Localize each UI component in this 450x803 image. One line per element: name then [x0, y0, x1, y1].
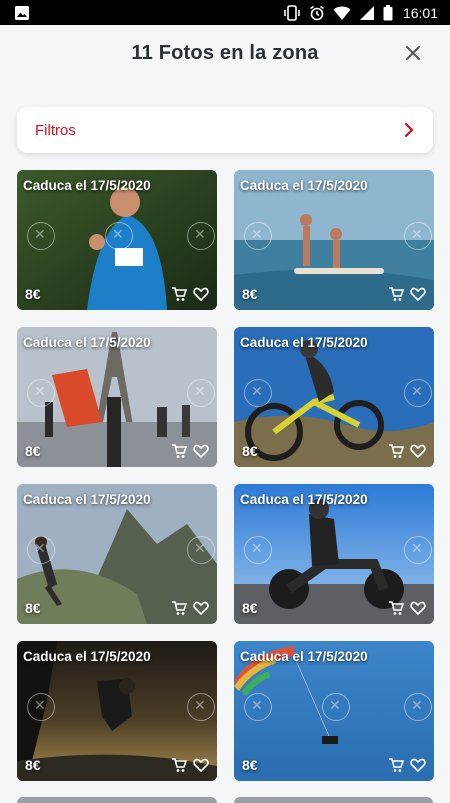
cart-icon[interactable] [388, 757, 404, 773]
heart-icon[interactable] [410, 757, 426, 773]
expiry-label: Caduca el 17/5/2020 [240, 492, 368, 507]
watermark-icon [27, 536, 55, 564]
filters-label: Filtros [35, 121, 76, 139]
watermark-icon [244, 693, 272, 721]
cart-icon[interactable] [171, 286, 187, 302]
wifi-icon [333, 6, 351, 20]
photo-card[interactable]: Caduca el 17/5/2020 8€ [17, 170, 217, 310]
header: 11 Fotos en la zona [0, 25, 450, 81]
price-label: 8€ [242, 443, 258, 459]
price-label: 8€ [25, 443, 41, 459]
page-title: 11 Fotos en la zona [131, 41, 319, 64]
close-icon[interactable] [402, 42, 424, 64]
cart-icon[interactable] [388, 286, 404, 302]
price-label: 8€ [25, 757, 41, 773]
heart-icon[interactable] [193, 600, 209, 616]
watermark-icon [187, 693, 215, 721]
alarm-icon [310, 5, 324, 20]
price-label: 8€ [25, 600, 41, 616]
watermark-icon [244, 536, 272, 564]
status-bar: 16:01 [0, 0, 450, 25]
watermark-icon [404, 693, 432, 721]
watermark-icon [27, 222, 55, 250]
heart-icon[interactable] [410, 286, 426, 302]
watermark-icon [187, 379, 215, 407]
expiry-label: Caduca el 17/5/2020 [240, 335, 368, 350]
heart-icon[interactable] [410, 443, 426, 459]
signal-icon [359, 5, 374, 20]
image-notification-icon [15, 5, 29, 20]
chevron-right-icon [404, 122, 414, 138]
photo-card-peek [17, 797, 217, 803]
cart-icon[interactable] [171, 757, 187, 773]
watermark-icon [404, 379, 432, 407]
price-label: 8€ [25, 286, 41, 302]
heart-icon[interactable] [193, 286, 209, 302]
price-label: 8€ [242, 757, 258, 773]
cart-icon[interactable] [171, 443, 187, 459]
next-row-peek [17, 797, 433, 803]
heart-icon[interactable] [193, 757, 209, 773]
watermark-icon [404, 222, 432, 250]
cart-icon[interactable] [388, 443, 404, 459]
watermark-icon [322, 693, 350, 721]
status-time: 16:01 [402, 4, 438, 21]
photo-grid: Caduca el 17/5/2020 8€ Caduca el 17/5/20… [17, 170, 434, 781]
battery-icon [383, 4, 393, 20]
expiry-label: Caduca el 17/5/2020 [240, 178, 368, 193]
watermark-icon [187, 222, 215, 250]
price-label: 8€ [242, 286, 258, 302]
photo-card[interactable]: Caduca el 17/5/2020 8€ [234, 170, 434, 310]
watermark-icon [244, 222, 272, 250]
watermark-icon [187, 536, 215, 564]
expiry-label: Caduca el 17/5/2020 [240, 649, 368, 664]
photo-card[interactable]: Caduca el 17/5/2020 8€ [234, 641, 434, 781]
watermark-icon [27, 379, 55, 407]
filters-button[interactable]: Filtros [17, 107, 433, 153]
heart-icon[interactable] [193, 443, 209, 459]
photo-card[interactable]: Caduca el 17/5/2020 8€ [234, 484, 434, 624]
photo-card-peek [233, 797, 433, 803]
price-label: 8€ [242, 600, 258, 616]
watermark-icon [27, 693, 55, 721]
watermark-icon [244, 379, 272, 407]
heart-icon[interactable] [410, 600, 426, 616]
watermark-icon [404, 536, 432, 564]
photo-card[interactable]: Caduca el 17/5/2020 8€ [17, 641, 217, 781]
expiry-label: Caduca el 17/5/2020 [23, 335, 151, 350]
expiry-label: Caduca el 17/5/2020 [23, 492, 151, 507]
expiry-label: Caduca el 17/5/2020 [23, 649, 151, 664]
expiry-label: Caduca el 17/5/2020 [23, 178, 151, 193]
cart-icon[interactable] [171, 600, 187, 616]
photo-card[interactable]: Caduca el 17/5/2020 8€ [17, 484, 217, 624]
photo-card[interactable]: Caduca el 17/5/2020 8€ [17, 327, 217, 467]
vibrate-icon [284, 4, 300, 21]
photo-card[interactable]: Caduca el 17/5/2020 8€ [234, 327, 434, 467]
cart-icon[interactable] [388, 600, 404, 616]
watermark-icon [105, 222, 133, 250]
